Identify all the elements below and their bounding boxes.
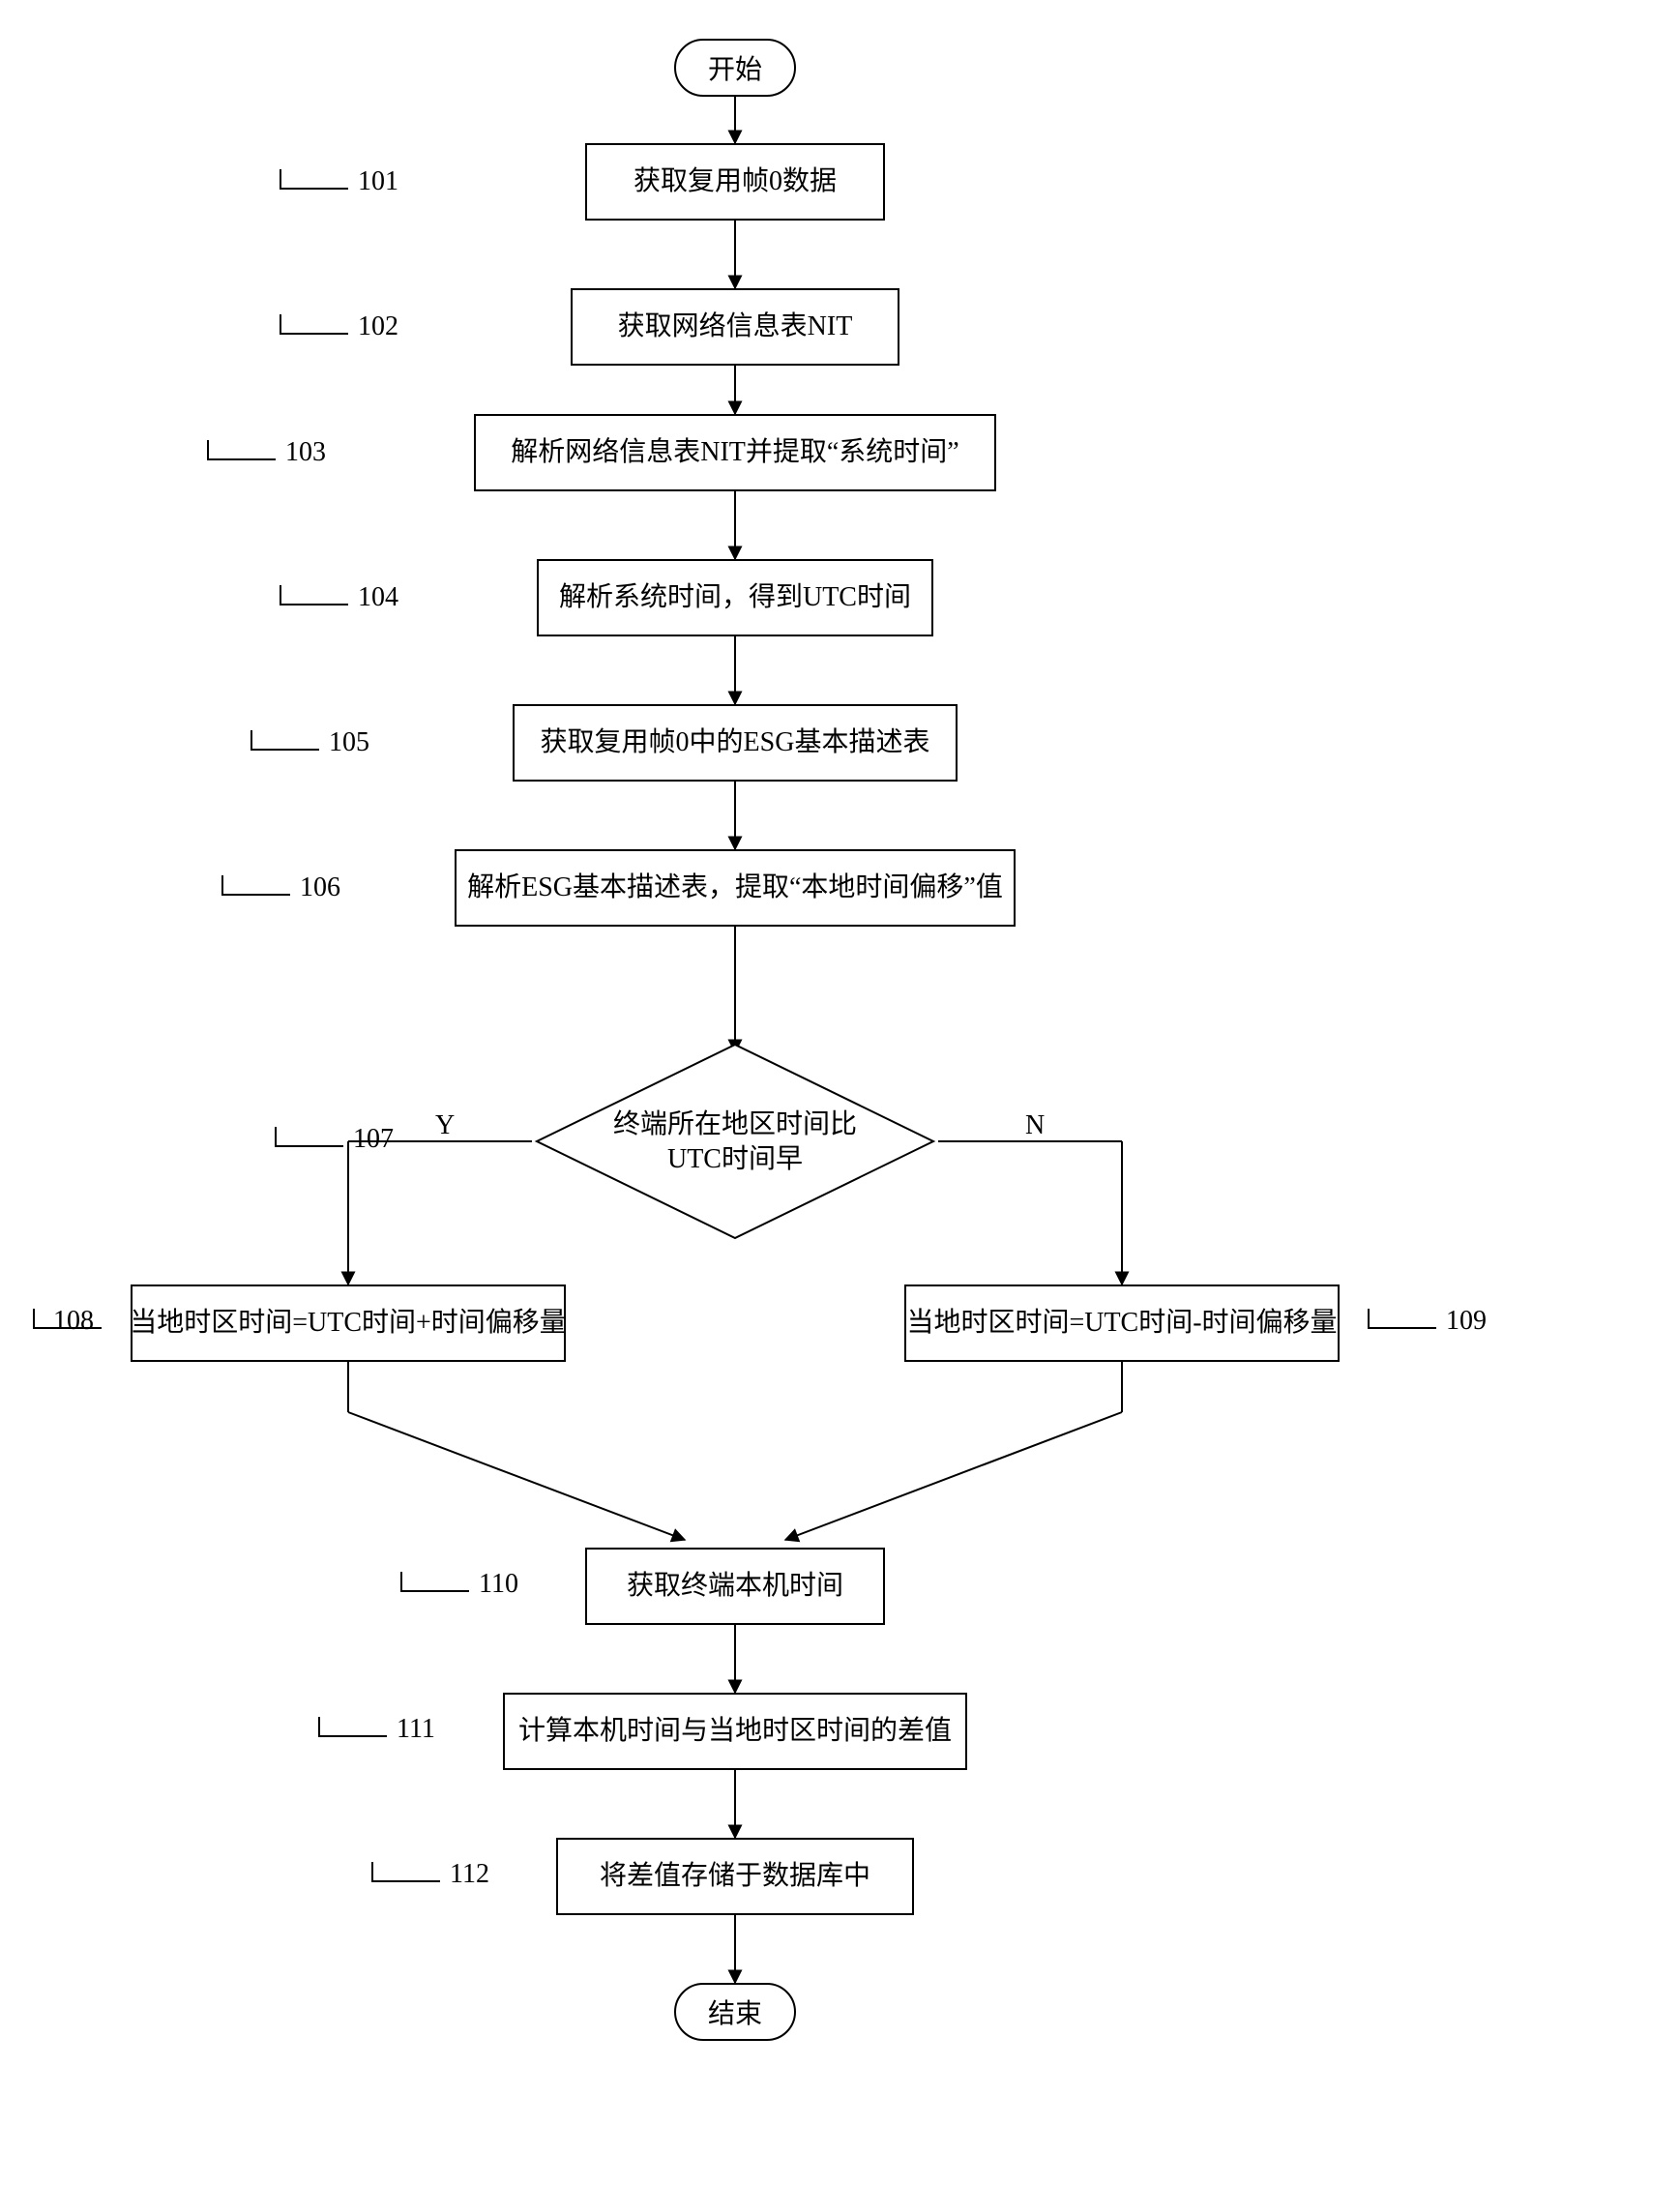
process-105: 获取复用帧0中的ESG基本描述表 <box>513 704 958 782</box>
decision-107: 终端所在地区时间比 UTC时间早 <box>532 1040 938 1243</box>
terminator-start: 开始 <box>674 39 796 97</box>
step-tag-109: 109 <box>1446 1306 1487 1337</box>
process-106: 解析ESG基本描述表，提取“本地时间偏移”值 <box>455 849 1016 927</box>
branch-label-no: N <box>1025 1110 1045 1141</box>
step-tag-110: 110 <box>479 1569 518 1600</box>
process-108: 当地时区时间=UTC时间+时间偏移量 <box>131 1284 566 1362</box>
process-109: 当地时区时间=UTC时间-时间偏移量 <box>904 1284 1340 1362</box>
process-111: 计算本机时间与当地时区时间的差值 <box>503 1693 967 1770</box>
step-tag-111: 111 <box>397 1714 435 1745</box>
terminator-end: 结束 <box>674 1983 796 2041</box>
step-tag-108: 108 <box>53 1306 94 1337</box>
step-tag-103: 103 <box>285 437 326 468</box>
process-104: 解析系统时间，得到UTC时间 <box>537 559 933 636</box>
step-tag-106: 106 <box>300 872 340 903</box>
step-tag-107: 107 <box>353 1124 394 1155</box>
branch-label-yes: Y <box>435 1110 455 1141</box>
process-110: 获取终端本机时间 <box>585 1548 885 1625</box>
step-tag-112: 112 <box>450 1859 489 1890</box>
step-tag-102: 102 <box>358 311 398 342</box>
flowchart-canvas: 开始 结束 获取复用帧0数据 获取网络信息表NIT 解析网络信息表NIT并提取“… <box>0 0 1680 2185</box>
step-tag-105: 105 <box>329 727 369 758</box>
decision-107-line2: UTC时间早 <box>667 1144 803 1174</box>
step-tag-101: 101 <box>358 166 398 197</box>
process-103: 解析网络信息表NIT并提取“系统时间” <box>474 414 996 491</box>
step-tag-104: 104 <box>358 582 398 613</box>
process-102: 获取网络信息表NIT <box>571 288 899 366</box>
process-112: 将差值存储于数据库中 <box>556 1838 914 1915</box>
decision-107-line1: 终端所在地区时间比 <box>613 1109 857 1139</box>
process-101: 获取复用帧0数据 <box>585 143 885 221</box>
